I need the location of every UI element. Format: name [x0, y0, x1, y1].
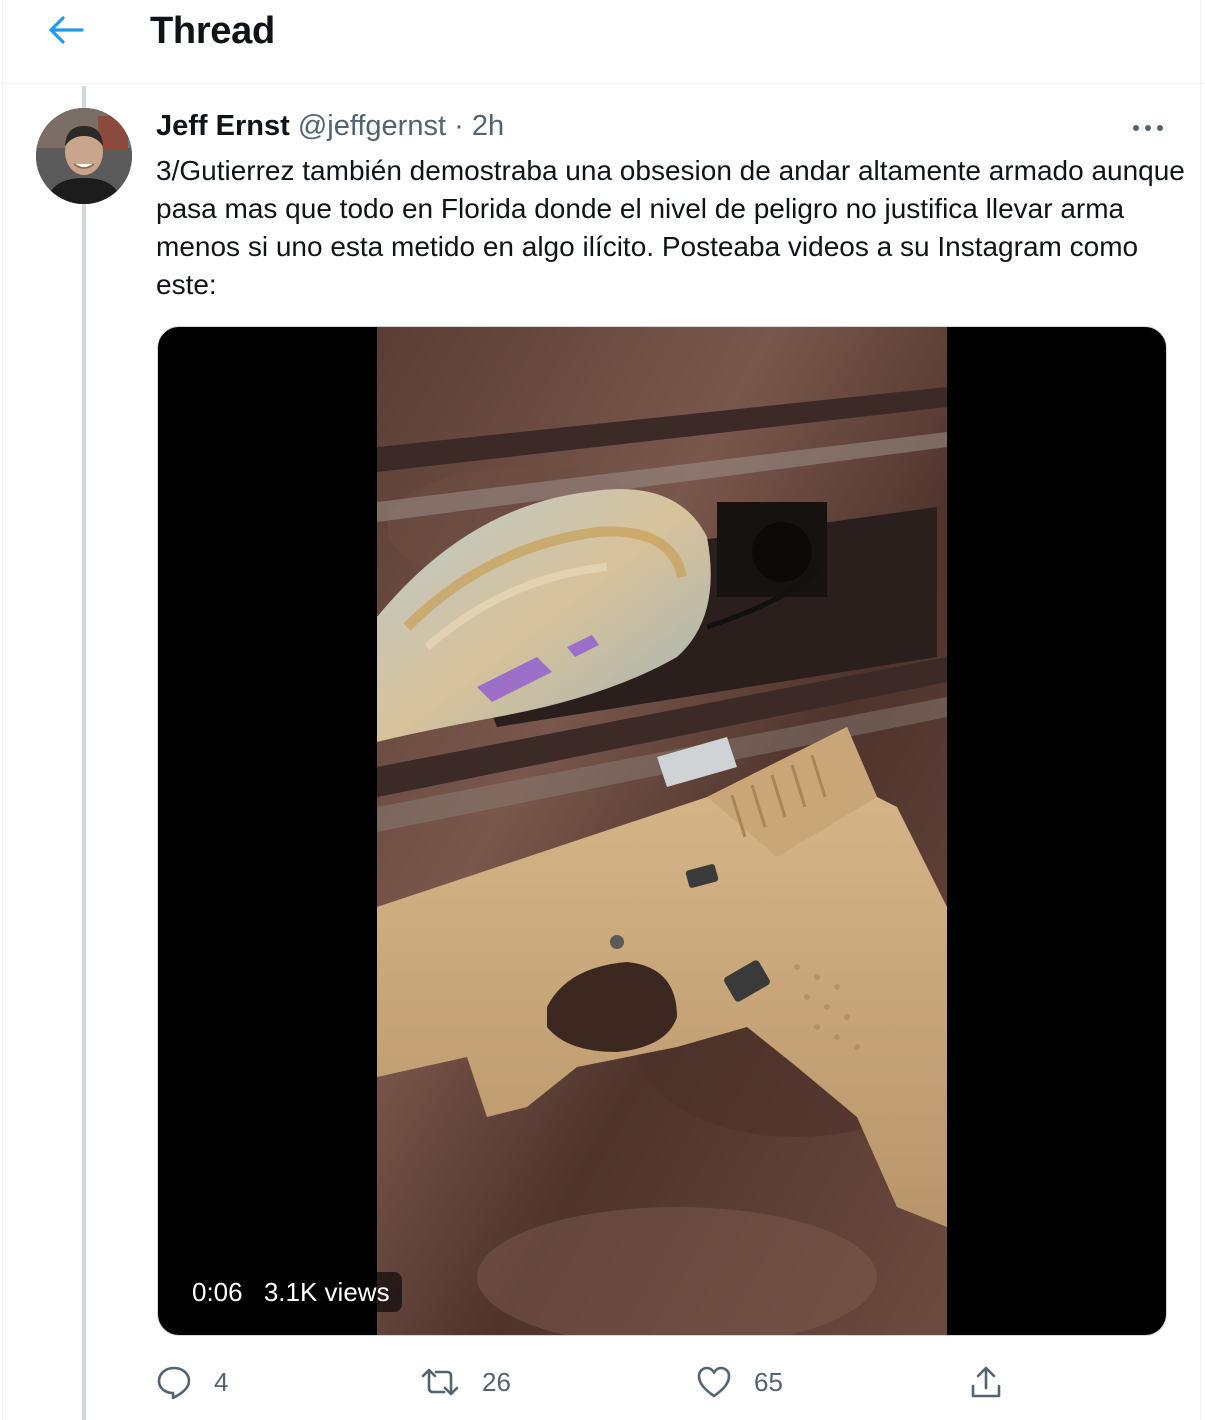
tweet-timestamp[interactable]: 2h — [472, 110, 504, 142]
heart-icon — [697, 1366, 731, 1398]
thread-connector-line — [82, 86, 86, 1420]
reply-button[interactable]: 4 — [156, 1356, 228, 1408]
author-name[interactable]: Jeff Ernst — [156, 110, 290, 142]
video-thumbnail — [377, 327, 947, 1335]
video-duration: 0:06 — [192, 1277, 243, 1307]
share-icon — [971, 1366, 1001, 1398]
retweet-button[interactable]: 26 — [420, 1356, 511, 1408]
retweet-icon — [421, 1368, 459, 1396]
tweet-text: 3/Gutierrez también demostraba una obses… — [156, 155, 1185, 300]
page-header: Thread — [0, 0, 1205, 84]
like-button[interactable]: 65 — [696, 1356, 783, 1408]
author-handle[interactable]: @jeffgernst — [298, 110, 446, 142]
avatar[interactable] — [36, 108, 132, 204]
tweet-header: Jeff Ernst @jeffgernst · 2h — [156, 110, 504, 143]
video-player[interactable]: 0:06 3.1K views — [157, 326, 1167, 1336]
back-button[interactable] — [40, 8, 92, 52]
video-info-badge: 0:06 3.1K views — [180, 1272, 402, 1312]
tweet-actions: 4 26 65 — [156, 1356, 1196, 1408]
reply-bubble-icon — [157, 1366, 191, 1400]
separator-dot: · — [454, 110, 464, 142]
back-arrow-icon — [49, 16, 84, 44]
video-views: 3.1K views — [263, 1277, 390, 1307]
reply-count: 4 — [214, 1366, 229, 1397]
video-frame — [377, 327, 947, 1335]
more-button[interactable] — [1120, 110, 1176, 146]
retweet-count: 26 — [482, 1366, 511, 1397]
page-title: Thread — [150, 10, 275, 52]
share-button[interactable] — [968, 1356, 1004, 1408]
more-dots-icon — [1133, 125, 1163, 131]
like-count: 65 — [754, 1366, 783, 1397]
